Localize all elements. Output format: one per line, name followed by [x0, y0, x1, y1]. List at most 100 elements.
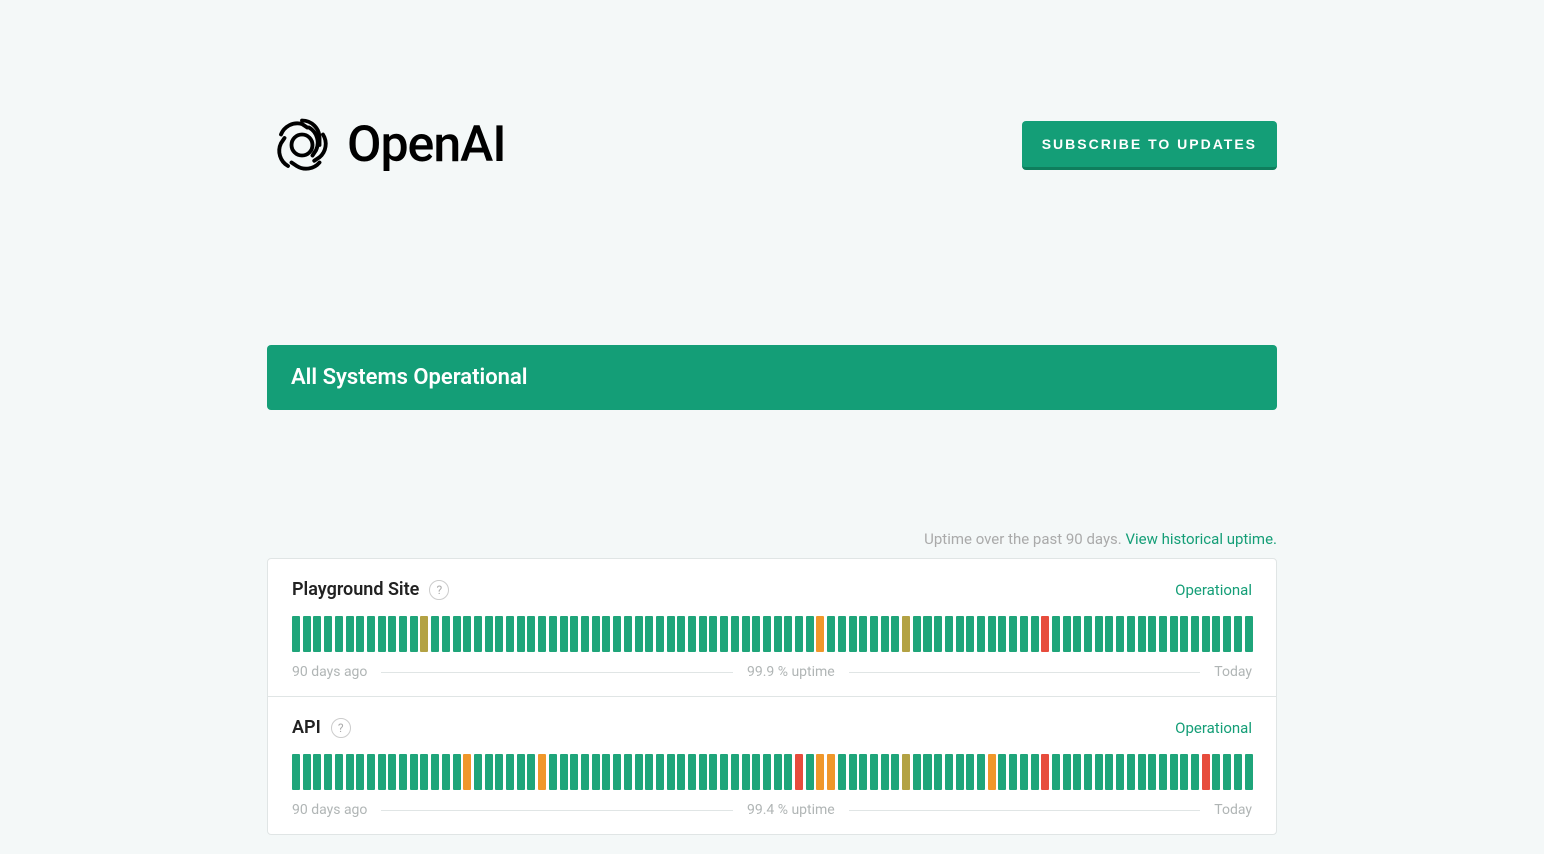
uptime-day-bar[interactable]	[388, 754, 396, 790]
uptime-day-bar[interactable]	[1159, 616, 1167, 652]
uptime-day-bar[interactable]	[602, 754, 610, 790]
uptime-day-bar[interactable]	[1127, 616, 1135, 652]
uptime-day-bar[interactable]	[645, 616, 653, 652]
uptime-day-bar[interactable]	[1073, 616, 1081, 652]
uptime-day-bar[interactable]	[763, 616, 771, 652]
uptime-day-bar[interactable]	[506, 616, 514, 652]
uptime-day-bar[interactable]	[635, 754, 643, 790]
uptime-day-bar[interactable]	[934, 754, 942, 790]
uptime-day-bar[interactable]	[998, 754, 1006, 790]
uptime-day-bar[interactable]	[720, 754, 728, 790]
uptime-day-bar[interactable]	[313, 616, 321, 652]
historical-uptime-link[interactable]: View historical uptime.	[1125, 530, 1277, 548]
uptime-day-bar[interactable]	[399, 754, 407, 790]
uptime-day-bar[interactable]	[420, 754, 428, 790]
uptime-day-bar[interactable]	[517, 616, 525, 652]
uptime-day-bar[interactable]	[346, 754, 354, 790]
uptime-day-bar[interactable]	[1095, 616, 1103, 652]
uptime-day-bar[interactable]	[463, 754, 471, 790]
uptime-day-bar[interactable]	[1084, 754, 1092, 790]
uptime-day-bar[interactable]	[870, 754, 878, 790]
uptime-day-bar[interactable]	[1180, 616, 1188, 652]
uptime-day-bar[interactable]	[806, 754, 814, 790]
uptime-day-bar[interactable]	[431, 616, 439, 652]
uptime-day-bar[interactable]	[742, 754, 750, 790]
uptime-day-bar[interactable]	[431, 754, 439, 790]
uptime-day-bar[interactable]	[549, 754, 557, 790]
uptime-day-bar[interactable]	[956, 616, 964, 652]
uptime-day-bar[interactable]	[378, 616, 386, 652]
uptime-day-bar[interactable]	[1116, 616, 1124, 652]
uptime-day-bar[interactable]	[324, 616, 332, 652]
uptime-day-bar[interactable]	[442, 754, 450, 790]
uptime-day-bar[interactable]	[988, 754, 996, 790]
uptime-day-bar[interactable]	[1170, 616, 1178, 652]
uptime-day-bar[interactable]	[891, 616, 899, 652]
uptime-day-bar[interactable]	[1031, 754, 1039, 790]
uptime-day-bar[interactable]	[1202, 616, 1210, 652]
uptime-day-bar[interactable]	[1138, 616, 1146, 652]
uptime-day-bar[interactable]	[827, 754, 835, 790]
uptime-day-bar[interactable]	[1191, 616, 1199, 652]
uptime-day-bar[interactable]	[1180, 754, 1188, 790]
uptime-day-bar[interactable]	[1020, 616, 1028, 652]
uptime-day-bar[interactable]	[945, 616, 953, 652]
uptime-day-bar[interactable]	[688, 616, 696, 652]
uptime-day-bar[interactable]	[356, 754, 364, 790]
uptime-day-bar[interactable]	[378, 754, 386, 790]
uptime-day-bar[interactable]	[667, 754, 675, 790]
uptime-day-bar[interactable]	[292, 754, 300, 790]
uptime-day-bar[interactable]	[1138, 754, 1146, 790]
uptime-day-bar[interactable]	[688, 754, 696, 790]
uptime-day-bar[interactable]	[635, 616, 643, 652]
uptime-day-bar[interactable]	[838, 616, 846, 652]
uptime-day-bar[interactable]	[1212, 616, 1220, 652]
uptime-day-bar[interactable]	[410, 754, 418, 790]
uptime-day-bar[interactable]	[1105, 754, 1113, 790]
uptime-day-bar[interactable]	[527, 754, 535, 790]
uptime-day-bar[interactable]	[859, 754, 867, 790]
uptime-day-bar[interactable]	[453, 616, 461, 652]
subscribe-button[interactable]: SUBSCRIBE TO UPDATES	[1022, 121, 1277, 170]
uptime-day-bar[interactable]	[495, 616, 503, 652]
uptime-day-bar[interactable]	[656, 754, 664, 790]
uptime-day-bar[interactable]	[677, 616, 685, 652]
uptime-day-bar[interactable]	[966, 616, 974, 652]
uptime-day-bar[interactable]	[346, 616, 354, 652]
uptime-day-bar[interactable]	[870, 616, 878, 652]
uptime-day-bar[interactable]	[1245, 616, 1253, 652]
uptime-day-bar[interactable]	[956, 754, 964, 790]
uptime-day-bar[interactable]	[313, 754, 321, 790]
uptime-day-bar[interactable]	[1009, 754, 1017, 790]
uptime-day-bar[interactable]	[709, 616, 717, 652]
uptime-day-bar[interactable]	[1105, 616, 1113, 652]
uptime-day-bar[interactable]	[913, 616, 921, 652]
help-icon[interactable]: ?	[429, 580, 449, 600]
uptime-day-bar[interactable]	[709, 754, 717, 790]
uptime-day-bar[interactable]	[592, 754, 600, 790]
uptime-day-bar[interactable]	[442, 616, 450, 652]
uptime-day-bar[interactable]	[485, 754, 493, 790]
uptime-day-bar[interactable]	[1041, 616, 1049, 652]
uptime-day-bar[interactable]	[806, 616, 814, 652]
uptime-day-bar[interactable]	[1063, 616, 1071, 652]
uptime-day-bar[interactable]	[998, 616, 1006, 652]
uptime-day-bar[interactable]	[1245, 754, 1253, 790]
uptime-day-bar[interactable]	[881, 616, 889, 652]
uptime-day-bar[interactable]	[977, 616, 985, 652]
uptime-day-bar[interactable]	[1020, 754, 1028, 790]
uptime-day-bar[interactable]	[774, 754, 782, 790]
uptime-day-bar[interactable]	[1009, 616, 1017, 652]
uptime-day-bar[interactable]	[292, 616, 300, 652]
uptime-day-bar[interactable]	[784, 754, 792, 790]
uptime-day-bar[interactable]	[324, 754, 332, 790]
uptime-day-bar[interactable]	[303, 616, 311, 652]
uptime-day-bar[interactable]	[902, 616, 910, 652]
help-icon[interactable]: ?	[331, 718, 351, 738]
uptime-day-bar[interactable]	[752, 616, 760, 652]
uptime-day-bar[interactable]	[1052, 616, 1060, 652]
uptime-day-bar[interactable]	[1041, 754, 1049, 790]
uptime-day-bar[interactable]	[699, 616, 707, 652]
uptime-day-bar[interactable]	[816, 754, 824, 790]
uptime-day-bar[interactable]	[827, 616, 835, 652]
